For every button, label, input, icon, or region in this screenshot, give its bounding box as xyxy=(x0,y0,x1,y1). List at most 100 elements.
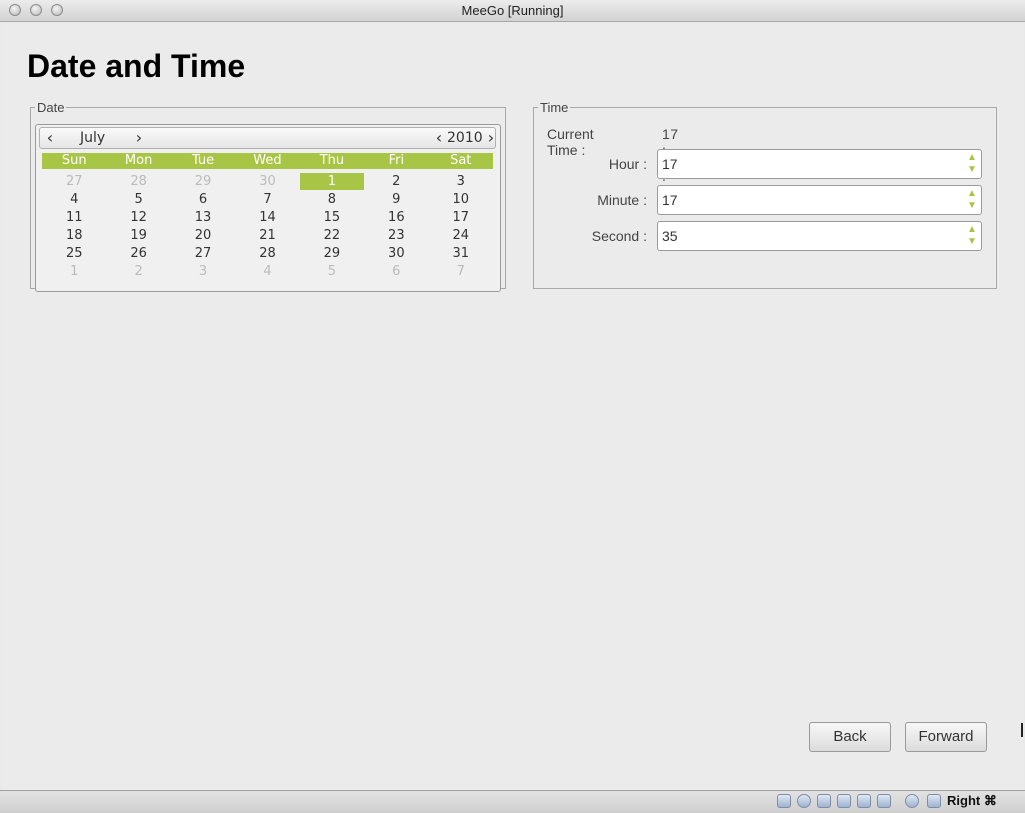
window-titlebar: MeeGo [Running] xyxy=(0,0,1025,22)
calendar-day[interactable]: 10 xyxy=(429,191,493,209)
calendar-day[interactable]: 21 xyxy=(235,227,299,245)
time-group: Time Current Time : 17 : 18 : 36 Hour : … xyxy=(533,100,997,289)
calendar-day[interactable]: 19 xyxy=(106,227,170,245)
calendar-day[interactable]: 23 xyxy=(364,227,428,245)
calendar-day[interactable]: 6 xyxy=(364,263,428,281)
prev-year-chevron-left-icon[interactable]: ‹ xyxy=(431,129,447,147)
year-label: 2010 xyxy=(447,130,483,146)
host-key-label: Right ⌘ xyxy=(947,793,997,808)
second-label: Second : xyxy=(591,228,647,244)
calendar-day[interactable]: 27 xyxy=(171,245,235,263)
weekday-wed: Wed xyxy=(253,153,282,168)
calendar-day[interactable]: 28 xyxy=(235,245,299,263)
calendar-day[interactable]: 4 xyxy=(235,263,299,281)
calendar-day[interactable]: 5 xyxy=(300,263,364,281)
hour-row: Hour : ▲ ▼ xyxy=(534,149,994,179)
calendar-day[interactable]: 3 xyxy=(429,173,493,191)
second-down-chevron-icon[interactable]: ▼ xyxy=(966,236,978,248)
hard-disk-icon[interactable] xyxy=(777,794,791,808)
calendar-day[interactable]: 30 xyxy=(235,173,299,191)
calendar-day[interactable]: 25 xyxy=(42,245,106,263)
calendar-day[interactable]: 2 xyxy=(364,173,428,191)
weekday-thu: Thu xyxy=(319,153,345,168)
calendar-day-selected[interactable]: 1 xyxy=(299,173,364,191)
minute-down-chevron-icon[interactable]: ▼ xyxy=(966,200,978,212)
minute-spinbox[interactable]: ▲ ▼ xyxy=(657,185,982,215)
second-spin-arrows: ▲ ▼ xyxy=(966,224,978,248)
calendar-day[interactable]: 7 xyxy=(235,191,299,209)
second-spinbox[interactable]: ▲ ▼ xyxy=(657,221,982,251)
calendar-day[interactable]: 31 xyxy=(429,245,493,263)
weekday-tue: Tue xyxy=(191,153,215,168)
calendar-day[interactable]: 29 xyxy=(171,173,235,191)
back-button[interactable]: Back xyxy=(809,722,891,752)
calendar-day[interactable]: 27 xyxy=(42,173,106,191)
hour-down-chevron-icon[interactable]: ▼ xyxy=(966,164,978,176)
window-title: MeeGo [Running] xyxy=(461,3,564,18)
hour-spinbox[interactable]: ▲ ▼ xyxy=(657,149,982,179)
calendar-day[interactable]: 26 xyxy=(106,245,170,263)
calendar-day[interactable]: 22 xyxy=(300,227,364,245)
calendar-day[interactable]: 9 xyxy=(364,191,428,209)
calendar-day[interactable]: 6 xyxy=(171,191,235,209)
usb-icon[interactable] xyxy=(817,794,831,808)
prev-month-chevron-left-icon[interactable]: ‹ xyxy=(42,129,58,147)
minute-spin-arrows: ▲ ▼ xyxy=(966,188,978,212)
calendar-day[interactable]: 14 xyxy=(235,209,299,227)
calendar-day[interactable]: 1 xyxy=(42,263,106,281)
calendar-day[interactable]: 30 xyxy=(364,245,428,263)
calendar-day[interactable]: 15 xyxy=(300,209,364,227)
calendar-day[interactable]: 29 xyxy=(300,245,364,263)
calendar-week: 4 5 6 7 8 9 10 xyxy=(42,191,493,209)
calendar-day[interactable]: 24 xyxy=(429,227,493,245)
hour-label: Hour : xyxy=(608,156,647,172)
shared-folder-icon[interactable] xyxy=(857,794,871,808)
calendar-day[interactable]: 3 xyxy=(171,263,235,281)
weekday-mon: Mon xyxy=(124,153,153,168)
forward-button[interactable]: Forward xyxy=(905,722,987,752)
calendar-day[interactable]: 18 xyxy=(42,227,106,245)
month-label: July xyxy=(80,130,106,146)
calendar-day[interactable]: 7 xyxy=(429,263,493,281)
calendar-day[interactable]: 8 xyxy=(300,191,364,209)
minute-row: Minute : ▲ ▼ xyxy=(534,185,994,215)
calendar-week: 27 28 29 30 1 2 3 xyxy=(42,173,493,191)
keyboard-capture-icon[interactable] xyxy=(927,794,941,808)
calendar-day[interactable]: 2 xyxy=(106,263,170,281)
calendar-day[interactable]: 12 xyxy=(106,209,170,227)
second-row: Second : ▲ ▼ xyxy=(534,221,994,251)
next-month-chevron-right-icon[interactable]: › xyxy=(131,129,147,147)
hour-up-chevron-icon[interactable]: ▲ xyxy=(966,152,978,164)
network-icon[interactable] xyxy=(837,794,851,808)
cpu-icon[interactable] xyxy=(877,794,891,808)
calendar-nav: ‹ July › ‹ 2010 › xyxy=(39,127,496,149)
calendar: ‹ July › ‹ 2010 › Sun Mon Tue Wed Thu Fr… xyxy=(35,124,501,292)
calendar-day[interactable]: 17 xyxy=(429,209,493,227)
calendar-day[interactable]: 16 xyxy=(364,209,428,227)
time-group-legend: Time xyxy=(540,100,569,115)
second-up-chevron-icon[interactable]: ▲ xyxy=(966,224,978,236)
page-title: Date and Time xyxy=(27,48,246,84)
calendar-week: 25 26 27 28 29 30 31 xyxy=(42,245,493,263)
mouse-integration-icon[interactable] xyxy=(905,794,919,808)
calendar-day[interactable]: 11 xyxy=(42,209,106,227)
date-group-legend: Date xyxy=(37,100,65,115)
date-group: Date ‹ July › ‹ 2010 › Sun Mon Tue Wed T… xyxy=(30,100,506,292)
weekday-header: Sun Mon Tue Wed Thu Fri Sat xyxy=(42,153,493,169)
calendar-day[interactable]: 28 xyxy=(106,173,170,191)
second-input[interactable] xyxy=(662,228,952,244)
calendar-day[interactable]: 20 xyxy=(171,227,235,245)
hour-input[interactable] xyxy=(662,156,952,172)
weekday-fri: Fri xyxy=(388,153,405,168)
vm-statusbar: Right ⌘ xyxy=(0,790,1025,813)
optical-drive-icon[interactable] xyxy=(797,794,811,808)
calendar-day[interactable]: 4 xyxy=(42,191,106,209)
minute-input[interactable] xyxy=(662,192,952,208)
calendar-day[interactable]: 13 xyxy=(171,209,235,227)
minute-up-chevron-icon[interactable]: ▲ xyxy=(966,188,978,200)
text-cursor-icon xyxy=(1021,723,1023,737)
calendar-grid: 27 28 29 30 1 2 3 4 5 6 7 8 9 10 11 12 1… xyxy=(42,173,493,281)
calendar-day[interactable]: 5 xyxy=(106,191,170,209)
calendar-week: 1 2 3 4 5 6 7 xyxy=(42,263,493,281)
next-year-chevron-right-icon[interactable]: › xyxy=(483,129,499,147)
